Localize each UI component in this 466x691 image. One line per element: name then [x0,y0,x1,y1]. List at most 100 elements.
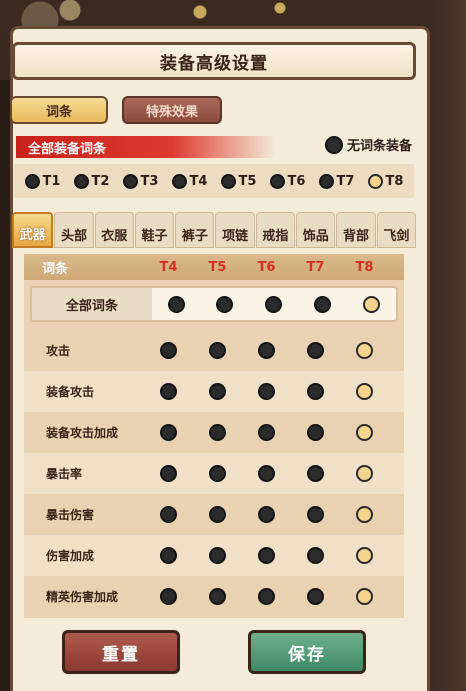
radio-icon[interactable] [307,424,324,441]
radio-selected-icon[interactable] [356,588,373,605]
radio-icon[interactable] [258,342,275,359]
table-row: 攻击 [24,330,404,371]
reset-button[interactable]: 重置 [62,630,180,674]
radio-icon[interactable] [324,135,343,154]
radio-icon[interactable] [209,547,226,564]
side-decoration [430,0,466,691]
radio-icon[interactable] [160,342,177,359]
tier-label: T7 [336,173,355,189]
table-row: 伤害加成 [24,535,404,576]
all-affixes-label: 全部词条 [32,288,152,320]
tier-option[interactable]: T3 [122,173,159,189]
radio-selected-icon[interactable] [356,424,373,441]
radio-icon[interactable] [160,383,177,400]
radio-icon[interactable] [307,383,324,400]
tab-flying-sword[interactable]: 飞剑 [376,212,416,248]
tier-option[interactable]: T7 [318,173,355,189]
radio-icon[interactable] [160,424,177,441]
radio-icon[interactable] [258,465,275,482]
page-title: 装备高级设置 [12,42,416,80]
column-header: T6 [257,259,276,275]
affix-label: 暴击率 [46,467,83,481]
tab-pants[interactable]: 裤子 [175,212,215,248]
tier-label: T6 [287,173,306,189]
tab-special-effects[interactable]: 特殊效果 [122,96,222,124]
tab-affixes[interactable]: 词条 [10,96,108,124]
radio-selected-icon[interactable] [356,465,373,482]
affix-label: 精英伤害加成 [46,590,119,604]
tier-option[interactable]: T6 [269,173,306,189]
radio-icon[interactable] [258,547,275,564]
radio-selected-icon[interactable] [356,383,373,400]
tier-option[interactable]: T1 [24,173,61,189]
radio-icon[interactable] [167,295,185,313]
radio-selected-icon[interactable] [356,547,373,564]
radio-icon[interactable] [24,173,40,189]
tier-label: T8 [385,173,404,189]
radio-selected-icon[interactable] [356,506,373,523]
affix-table: 词条 T4 T5 T6 T7 T8 全部词条 攻击 装备攻击 装备攻击加成 暴击… [24,254,404,618]
radio-icon[interactable] [265,295,283,313]
radio-selected-icon[interactable] [367,173,383,189]
tier-label: T2 [91,173,110,189]
no-affix-toggle[interactable]: 无词条装备 [324,135,412,154]
radio-icon[interactable] [269,173,285,189]
column-header: T7 [306,259,325,275]
tab-accessory[interactable]: 饰品 [296,212,336,248]
radio-selected-icon[interactable] [363,295,381,313]
radio-icon[interactable] [209,588,226,605]
tab-ring[interactable]: 戒指 [255,212,296,248]
tier-label: T3 [140,173,159,189]
table-row: 装备攻击 [24,371,404,412]
tier-label: T5 [238,173,257,189]
radio-icon[interactable] [318,173,334,189]
tier-option[interactable]: T5 [220,173,257,189]
tier-label: T4 [189,173,208,189]
radio-icon[interactable] [216,295,234,313]
tab-shoes[interactable]: 鞋子 [134,212,175,248]
tier-label: T1 [42,173,61,189]
column-header: T5 [208,259,227,275]
radio-icon[interactable] [307,342,324,359]
radio-icon[interactable] [122,173,138,189]
radio-icon[interactable] [258,424,275,441]
radio-icon[interactable] [209,383,226,400]
radio-icon[interactable] [73,173,89,189]
tier-option[interactable]: T8 [367,173,404,189]
tab-clothes[interactable]: 衣服 [94,212,134,248]
radio-icon[interactable] [258,506,275,523]
save-button[interactable]: 保存 [248,630,366,674]
radio-icon[interactable] [307,588,324,605]
radio-icon[interactable] [209,342,226,359]
radio-icon[interactable] [160,588,177,605]
radio-icon[interactable] [307,547,324,564]
radio-icon[interactable] [314,295,332,313]
radio-icon[interactable] [209,465,226,482]
no-affix-label: 无词条装备 [346,139,412,154]
tab-back[interactable]: 背部 [336,212,376,248]
radio-icon[interactable] [258,588,275,605]
radio-icon[interactable] [209,424,226,441]
radio-icon[interactable] [307,465,324,482]
radio-icon[interactable] [160,465,177,482]
radio-icon[interactable] [258,383,275,400]
radio-icon[interactable] [307,506,324,523]
affix-label: 装备攻击 [46,385,95,399]
tab-weapon[interactable]: 武器 [12,212,54,248]
equipment-category-tabs: 武器 头部 衣服 鞋子 裤子 项链 戒指 饰品 背部 飞剑 [12,212,416,248]
radio-icon[interactable] [171,173,187,189]
radio-selected-icon[interactable] [356,342,373,359]
tier-option[interactable]: T4 [171,173,208,189]
affix-label: 伤害加成 [46,549,95,563]
radio-icon[interactable] [220,173,236,189]
tab-head[interactable]: 头部 [54,212,94,248]
column-header: T8 [355,259,374,275]
radio-icon[interactable] [209,506,226,523]
radio-icon[interactable] [160,506,177,523]
tier-option[interactable]: T2 [73,173,110,189]
tab-necklace[interactable]: 项链 [215,212,255,248]
table-row: 精英伤害加成 [24,576,404,617]
table-row: 暴击率 [24,453,404,494]
radio-icon[interactable] [160,547,177,564]
all-affixes-row: 全部词条 [30,286,398,322]
